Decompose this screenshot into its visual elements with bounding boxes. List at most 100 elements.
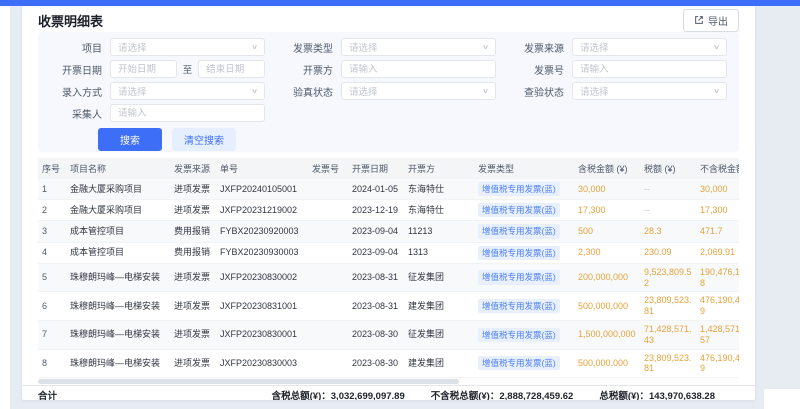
- cell-date: 2023-08-30: [348, 349, 404, 378]
- invoice-type-select[interactable]: 请选择 ∨: [341, 38, 496, 56]
- export-button[interactable]: 导出: [683, 9, 739, 32]
- column-header-type: 发票类型: [474, 158, 574, 179]
- filter-field-project: 项目 请选择 ∨: [50, 38, 265, 56]
- table-row[interactable]: 8珠穆朗玛峰—电梯安装进项发票JXFP202308300032023-08-30…: [38, 349, 739, 378]
- cell-issuer: 征发集团: [404, 263, 474, 292]
- invoice-source-select[interactable]: 请选择 ∨: [572, 38, 727, 56]
- total-with-tax-value: 3,032,699,097.89: [331, 391, 405, 400]
- invoice-no-control: [572, 60, 727, 78]
- issuer-input[interactable]: [349, 64, 488, 75]
- cell-tax: 23,809,523.81: [640, 349, 696, 378]
- filter-field-invoice-source: 发票来源 请选择 ∨: [512, 38, 727, 56]
- card-header: 收票明细表 导出: [22, 6, 755, 32]
- entry-method-select[interactable]: 请选择 ∨: [110, 82, 265, 100]
- check-status-select[interactable]: 请选择 ∨: [572, 82, 727, 100]
- filter-field-entry-method: 录入方式 请选择 ∨: [50, 82, 265, 100]
- cell-index: 6: [38, 292, 66, 321]
- chevron-down-icon: ∨: [482, 43, 489, 51]
- collector-input[interactable]: [118, 108, 257, 119]
- cell-source: 进项发票: [170, 320, 216, 349]
- cell-amount_without_tax: 471.7: [696, 221, 739, 242]
- table-row[interactable]: 7珠穆朗玛峰—电梯安装进项发票JXFP202308300012023-08-30…: [38, 320, 739, 349]
- invoice-no-input[interactable]: [580, 64, 719, 75]
- cell-type: 增值税专用发票(蓝): [474, 179, 574, 200]
- totals-groups: 含税总额(¥)：3,032,699,097.89 不含税总额(¥)：2,888,…: [272, 388, 715, 400]
- cell-tax: 230.09: [640, 242, 696, 263]
- cell-order_no: JXFP20231219002: [216, 200, 308, 221]
- filter-field-invoice-no: 发票号: [512, 60, 727, 78]
- invoice-table-wrap: 序号项目名称发票来源单号发票号开票日期开票方发票类型含税金额 (¥)税额 (¥)…: [38, 158, 739, 378]
- table-row[interactable]: 4成本管控项目费用报销FYBX202309300032023-09-041313…: [38, 242, 739, 263]
- invoice-type-badge: 增值税专用发票(蓝): [478, 299, 560, 313]
- invoice-type-badge: 增值税专用发票(蓝): [478, 356, 560, 370]
- start-date-input[interactable]: [118, 64, 169, 75]
- invoice-date-label: 开票日期: [50, 62, 102, 77]
- cell-type: 增值税专用发票(蓝): [474, 200, 574, 221]
- filter-field-verify-status: 验真状态 请选择 ∨: [281, 82, 496, 100]
- total-without-tax-value: 2,888,728,459.62: [499, 391, 573, 400]
- cell-project: 金融大厦采购项目: [66, 179, 170, 200]
- total-with-tax: 含税总额(¥)：3,032,699,097.89: [272, 388, 405, 400]
- cell-project: 珠穆朗玛峰—电梯安装: [66, 292, 170, 321]
- verify-status-label: 验真状态: [281, 84, 333, 99]
- horizontal-scrollbar-thumb[interactable]: [38, 379, 459, 384]
- cell-order_no: FYBX20230930003: [216, 242, 308, 263]
- horizontal-scrollbar[interactable]: [38, 379, 739, 384]
- chevron-down-icon: ∨: [482, 87, 489, 95]
- cell-issuer: 东海特仕: [404, 200, 474, 221]
- start-date-control: [110, 60, 177, 78]
- cell-type: 增值税专用发票(蓝): [474, 221, 574, 242]
- filter-field-invoice-date: 开票日期 至: [50, 60, 265, 78]
- cell-invoice_no: [308, 242, 348, 263]
- cell-type: 增值税专用发票(蓝): [474, 320, 574, 349]
- entry-method-select-placeholder: 请选择: [118, 84, 147, 98]
- end-date-input[interactable]: [206, 64, 257, 75]
- table-row[interactable]: 3成本管控项目费用报销FYBX202309200032023-09-041121…: [38, 221, 739, 242]
- table-row[interactable]: 2金融大厦采购项目进项发票JXFP202312190022023-12-19东海…: [38, 200, 739, 221]
- cell-order_no: JXFP20230830001: [216, 320, 308, 349]
- cell-index: 4: [38, 242, 66, 263]
- cell-index: 1: [38, 179, 66, 200]
- table-row[interactable]: 1金融大厦采购项目进项发票JXFP202401050012024-01-05东海…: [38, 179, 739, 200]
- cell-type: 增值税专用发票(蓝): [474, 242, 574, 263]
- cell-invoice_no: [308, 221, 348, 242]
- cell-order_no: JXFP20230830003: [216, 349, 308, 378]
- cell-amount_with_tax: 1,500,000,000: [574, 320, 640, 349]
- issuer-control: [341, 60, 496, 78]
- column-header-issuer: 开票方: [404, 158, 474, 179]
- column-header-amount_without_tax: 不含税金额 (¥): [696, 158, 739, 179]
- column-header-source: 发票来源: [170, 158, 216, 179]
- total-with-tax-label: 含税总额(¥)：: [272, 391, 331, 400]
- invoice-type-badge: 增值税专用发票(蓝): [478, 246, 560, 260]
- search-button[interactable]: 搜索: [98, 128, 162, 151]
- check-status-label: 查验状态: [512, 84, 564, 99]
- cell-project: 珠穆朗玛峰—电梯安装: [66, 320, 170, 349]
- cell-type: 增值税专用发票(蓝): [474, 263, 574, 292]
- totals-row: 合计 含税总额(¥)：3,032,699,097.89 不含税总额(¥)：2,8…: [22, 385, 755, 400]
- total-without-tax: 不含税总额(¥)：2,888,728,459.62: [431, 388, 574, 400]
- cell-date: 2023-08-31: [348, 292, 404, 321]
- cell-amount_with_tax: 500: [574, 221, 640, 242]
- filter-field-check-status: 查验状态 请选择 ∨: [512, 82, 727, 100]
- column-header-index: 序号: [38, 158, 66, 179]
- clear-search-button[interactable]: 清空搜索: [172, 128, 236, 151]
- cell-date: 2024-01-05: [348, 179, 404, 200]
- cell-date: 2023-12-19: [348, 200, 404, 221]
- cell-amount_with_tax: 500,000,000: [574, 292, 640, 321]
- cell-type: 增值税专用发票(蓝): [474, 292, 574, 321]
- filter-actions: 搜索 清空搜索: [98, 128, 727, 151]
- filter-field-collector: 采集人: [50, 104, 265, 122]
- total-without-tax-label: 不含税总额(¥)：: [431, 391, 500, 400]
- invoice-type-badge: 增值税专用发票(蓝): [478, 328, 560, 342]
- table-row[interactable]: 5珠穆朗玛峰—电梯安装进项发票JXFP202308300022023-08-31…: [38, 263, 739, 292]
- table-body: 1金融大厦采购项目进项发票JXFP202401050012024-01-05东海…: [38, 179, 739, 378]
- project-select[interactable]: 请选择 ∨: [110, 38, 265, 56]
- column-header-project: 项目名称: [66, 158, 170, 179]
- cell-index: 8: [38, 349, 66, 378]
- verify-status-select[interactable]: 请选择 ∨: [341, 82, 496, 100]
- table-row[interactable]: 6珠穆朗玛峰—电梯安装进项发票JXFP202308310012023-08-31…: [38, 292, 739, 321]
- filter-field-invoice-type: 发票类型 请选择 ∨: [281, 38, 496, 56]
- column-header-invoice_no: 发票号: [308, 158, 348, 179]
- column-header-tax: 税额 (¥): [640, 158, 696, 179]
- chevron-down-icon: ∨: [713, 87, 720, 95]
